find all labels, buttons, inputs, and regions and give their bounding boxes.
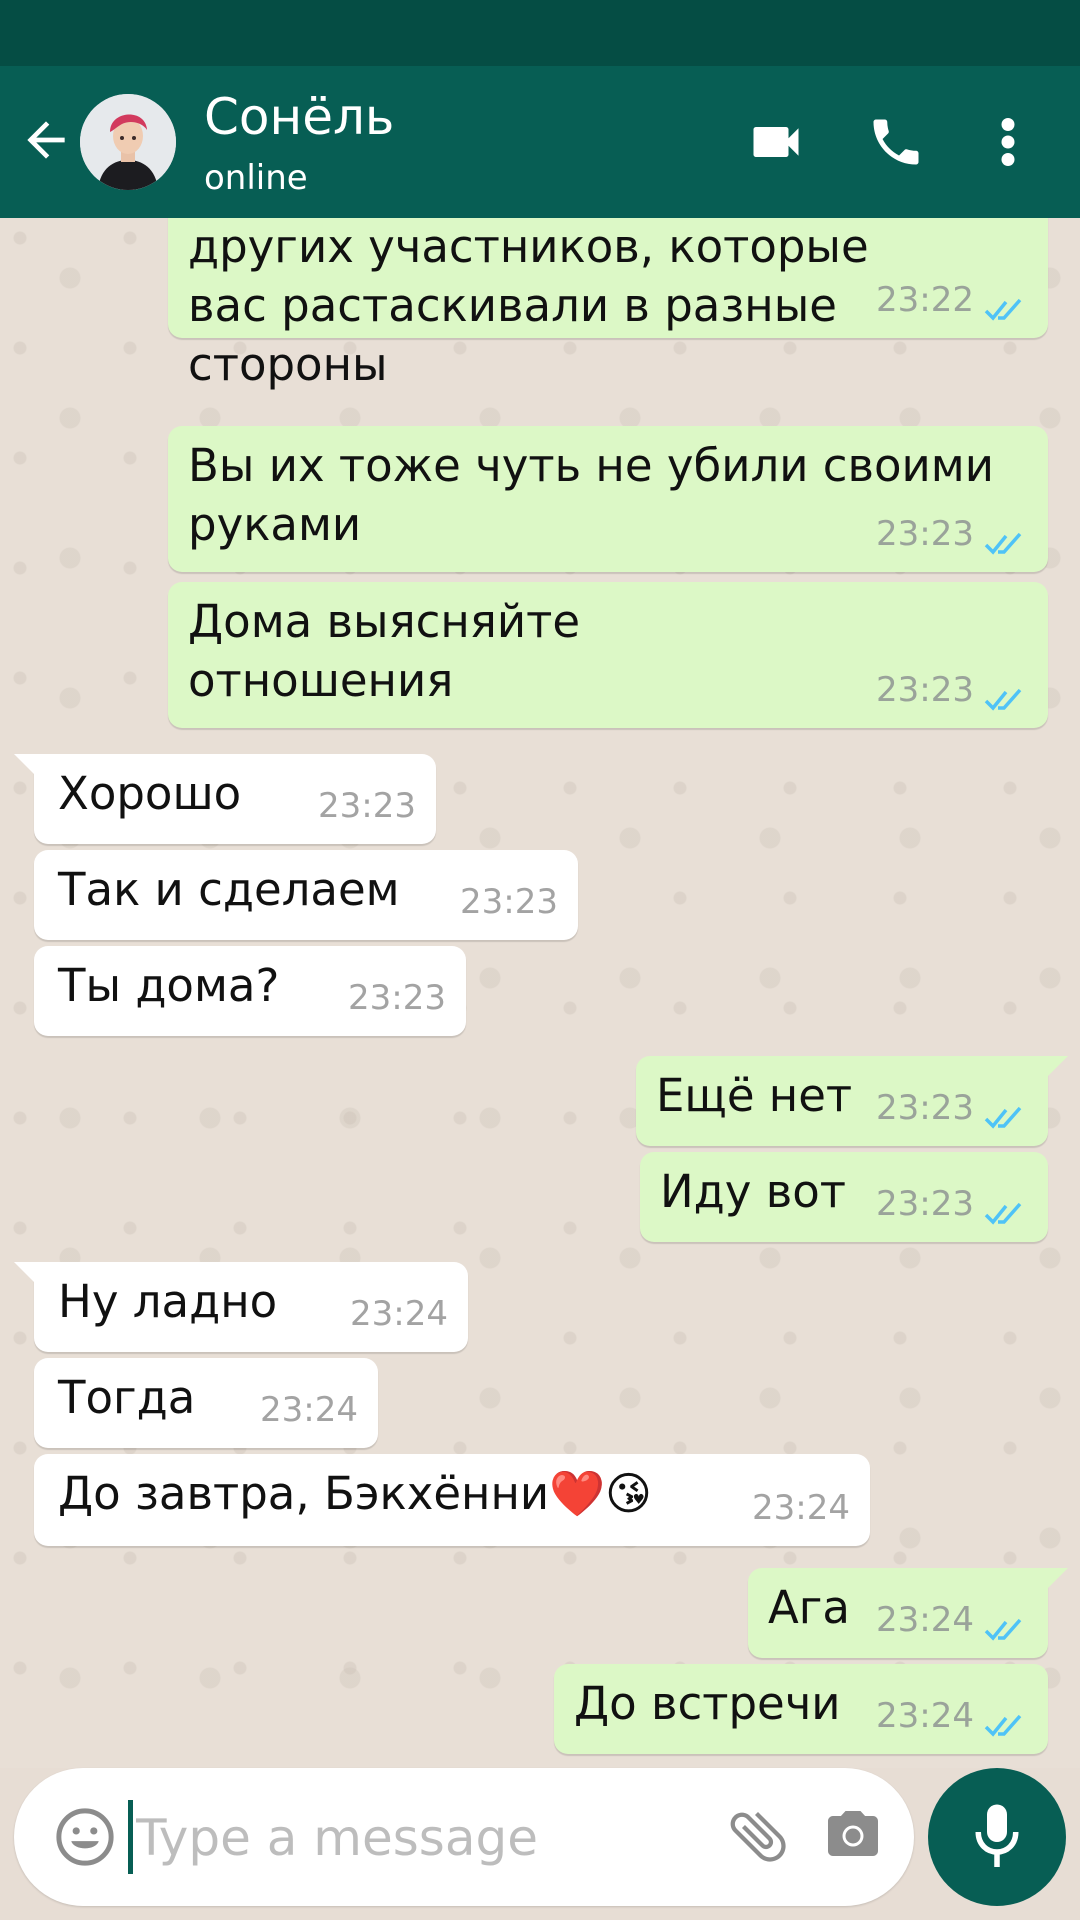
bubble-tail	[1044, 1568, 1068, 1592]
mic-button[interactable]	[928, 1768, 1066, 1906]
message-time: 23:23	[876, 1088, 974, 1128]
message-bubble-outgoing[interactable]: До встречи 23:24	[554, 1664, 1048, 1754]
message-text: Ты дома?	[58, 959, 280, 1012]
message-text: Ещё нет	[656, 1069, 853, 1122]
status-bar	[0, 0, 1080, 66]
message-list[interactable]: и поранили сильно бы других участников, …	[0, 218, 1080, 1768]
text-cursor	[128, 1800, 133, 1874]
message-bubble-incoming[interactable]: Так и сделаем 23:23	[34, 850, 578, 940]
attach-icon[interactable]	[724, 1802, 792, 1870]
phone-icon[interactable]	[866, 112, 926, 172]
camera-icon[interactable]	[822, 1806, 884, 1866]
message-bubble-outgoing[interactable]: Вы их тоже чуть не убили своими руками 2…	[168, 426, 1048, 572]
bubble-tail	[1044, 1056, 1068, 1080]
message-bubble-incoming[interactable]: Ну ладно 23:24	[14, 1262, 468, 1352]
message-bubble-incoming[interactable]: Ты дома? 23:23	[34, 946, 466, 1036]
message-text: Так и сделаем	[58, 863, 400, 916]
message-time: 23:23	[876, 670, 974, 710]
back-arrow-icon[interactable]	[18, 112, 74, 168]
message-time: 23:23	[318, 786, 416, 826]
read-ticks-icon	[984, 1106, 1022, 1129]
message-text: и поранили сильно бы других участников, …	[188, 220, 869, 391]
message-text: До завтра, Бэкхённи❤️😘	[58, 1467, 653, 1520]
message-input[interactable]	[136, 1796, 696, 1880]
contact-name[interactable]: Сонёль	[204, 88, 394, 146]
mic-icon	[975, 1804, 1019, 1867]
read-ticks-icon	[984, 1618, 1022, 1641]
message-time: 23:24	[876, 1696, 974, 1736]
message-text: До встречи	[574, 1677, 841, 1730]
message-bubble-outgoing[interactable]: Ага 23:24	[748, 1568, 1068, 1658]
message-time: 23:23	[876, 1184, 974, 1224]
message-bubble-outgoing[interactable]: Дома выясняйте отношения 23:23	[168, 582, 1048, 728]
message-text: Хорошо	[58, 767, 242, 820]
message-time: 23:22	[876, 280, 974, 320]
message-bubble-outgoing[interactable]: и поранили сильно бы других участников, …	[168, 218, 1048, 391]
more-vert-icon[interactable]	[988, 112, 1028, 172]
message-text: Тогда	[58, 1371, 196, 1424]
read-ticks-icon	[984, 532, 1022, 555]
message-bubble-incoming[interactable]: До завтра, Бэкхённи❤️😘 23:24	[34, 1454, 870, 1546]
message-time: 23:24	[876, 1600, 974, 1640]
contact-status: online	[204, 158, 308, 198]
read-ticks-icon	[984, 1202, 1022, 1225]
emoji-icon[interactable]	[52, 1804, 118, 1870]
message-composer	[14, 1768, 914, 1906]
avatar[interactable]	[80, 94, 176, 190]
read-ticks-icon	[984, 688, 1022, 711]
message-text: Дома выясняйте отношения	[188, 595, 581, 707]
message-bubble-outgoing[interactable]: Ещё нет 23:23	[636, 1056, 1068, 1146]
message-time: 23:24	[350, 1294, 448, 1334]
read-ticks-icon	[984, 298, 1022, 321]
message-bubble-outgoing[interactable]: Иду вот 23:23	[640, 1152, 1048, 1242]
bubble-tail	[14, 1262, 38, 1286]
message-bubble-incoming[interactable]: Хорошо 23:23	[14, 754, 436, 844]
message-time: 23:23	[348, 978, 446, 1018]
bubble-tail	[14, 754, 38, 778]
message-time: 23:24	[752, 1488, 850, 1528]
message-time: 23:23	[460, 882, 558, 922]
message-text: Ага	[768, 1581, 851, 1634]
message-text: Иду вот	[660, 1165, 846, 1218]
message-text: Вы их тоже чуть не убили своими руками	[188, 439, 995, 551]
message-text: Ну ладно	[58, 1275, 278, 1328]
message-bubble-incoming[interactable]: Тогда 23:24	[34, 1358, 378, 1448]
message-time: 23:24	[260, 1390, 358, 1430]
video-call-icon[interactable]	[746, 112, 806, 172]
read-ticks-icon	[984, 1714, 1022, 1737]
chat-header: Сонёль online	[0, 66, 1080, 218]
message-time: 23:23	[876, 514, 974, 554]
